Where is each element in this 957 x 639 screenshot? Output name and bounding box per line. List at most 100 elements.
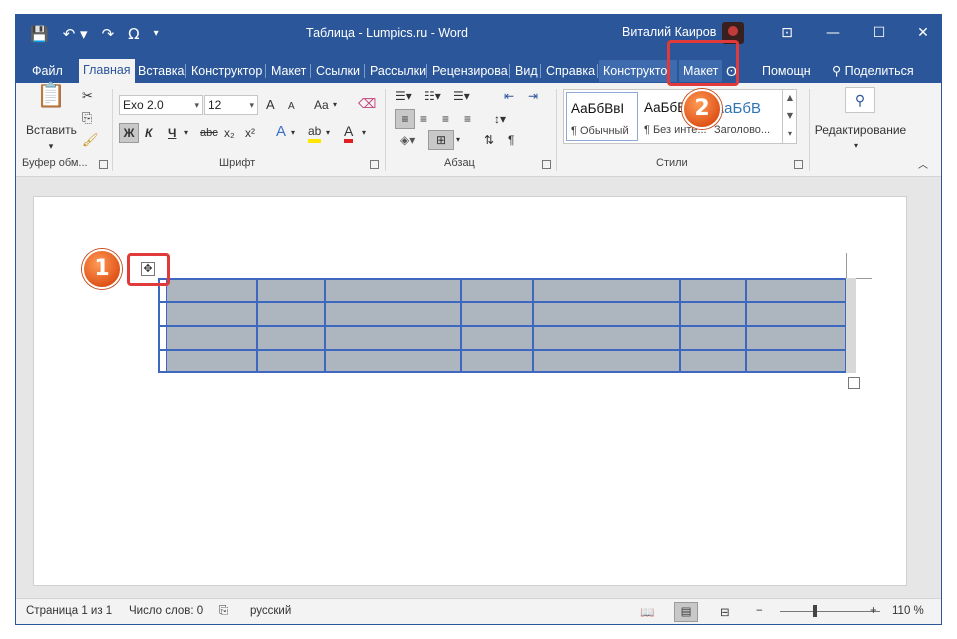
styles-launcher-icon[interactable] — [794, 160, 803, 169]
table-resize-handle[interactable] — [848, 377, 860, 389]
print-layout-icon[interactable]: ▤ — [674, 602, 698, 622]
tab-mailings[interactable]: Рассылки — [366, 60, 430, 82]
tab-tell-me[interactable]: Помощн — [758, 60, 815, 82]
text-effects-button[interactable]: A — [276, 123, 286, 141]
copy-icon[interactable]: ⎘ — [82, 109, 92, 127]
shading-icon[interactable]: ◈▾ — [400, 131, 415, 149]
chevron-down-icon[interactable]: ▾ — [362, 124, 366, 142]
sort-icon[interactable]: ⇅ — [484, 131, 494, 149]
font-launcher-icon[interactable] — [370, 160, 379, 169]
align-left-icon[interactable]: ≡ — [395, 109, 415, 129]
tab-help[interactable]: Справка — [542, 60, 599, 82]
style-normal[interactable]: АаБбВвI ¶ Обычный — [566, 92, 638, 141]
paragraph-launcher-icon[interactable] — [542, 160, 551, 169]
customize-qat-icon[interactable]: ▾ — [154, 24, 159, 44]
paste-dropdown-icon[interactable]: ▾ — [26, 137, 76, 155]
chevron-down-icon[interactable]: ▾ — [326, 124, 330, 142]
underline-button[interactable]: Ч — [168, 124, 176, 142]
tab-layout[interactable]: Макет — [267, 60, 310, 82]
chevron-down-icon[interactable]: ▾ — [854, 137, 858, 155]
paste-icon[interactable]: 📋 — [36, 84, 66, 117]
save-icon[interactable]: 💾 — [30, 24, 49, 44]
bold-button[interactable]: Ж — [119, 123, 139, 143]
styles-scroll: ▲ ▼ ▾ — [782, 89, 797, 144]
align-center-icon[interactable]: ≡ — [420, 110, 427, 128]
line-spacing-icon[interactable]: ↕▾ — [494, 110, 506, 128]
zoom-in-icon[interactable]: + — [870, 605, 877, 617]
maximize-button[interactable]: ☐ — [865, 21, 893, 45]
justify-icon[interactable]: ≡ — [464, 110, 471, 128]
format-painter-icon[interactable]: 🖌 — [82, 131, 99, 149]
chevron-down-icon[interactable]: ▾ — [456, 131, 460, 149]
increase-indent-icon[interactable]: ⇥ — [528, 87, 538, 105]
word-window: 💾 ↶ ▾ ↷ Ω ▾ Таблица - Lumpics.ru - Word … — [15, 14, 942, 625]
bullets-icon[interactable]: ☰▾ — [395, 87, 412, 105]
search-icon[interactable]: ⚲ — [845, 87, 875, 113]
table-column-line — [256, 280, 258, 371]
word-count[interactable]: Число слов: 0 — [129, 605, 203, 617]
undo-icon[interactable]: ↶ ▾ — [63, 24, 88, 44]
zoom-slider-thumb[interactable] — [813, 605, 817, 617]
language[interactable]: русский — [250, 605, 291, 617]
tab-view[interactable]: Вид — [511, 60, 542, 82]
chevron-up-icon[interactable]: ▲ — [783, 89, 797, 107]
chevron-down-icon[interactable]: ▼ — [783, 107, 797, 125]
page-count[interactable]: Страница 1 из 1 — [26, 605, 112, 617]
highlight-button[interactable]: ab — [308, 123, 322, 143]
decrease-indent-icon[interactable]: ⇤ — [504, 87, 514, 105]
zoom-level[interactable]: 110 % — [892, 605, 924, 617]
strikethrough-button[interactable]: abc — [200, 124, 218, 142]
table-column-line — [324, 280, 326, 371]
zoom-slider[interactable] — [780, 611, 880, 612]
style-heading[interactable]: АаБбВ Заголово... — [710, 92, 782, 141]
tab-home[interactable]: Главная — [79, 59, 135, 83]
clipboard-launcher-icon[interactable] — [99, 160, 108, 169]
numbering-icon[interactable]: ☷▾ — [424, 87, 441, 105]
font-size-combo[interactable]: 12 ▾ — [204, 95, 258, 115]
tab-insert[interactable]: Вставка — [134, 60, 188, 82]
read-mode-icon[interactable]: 📖 — [640, 605, 654, 619]
callout-2: 2 — [682, 89, 722, 129]
subscript-button[interactable]: x₂ — [224, 124, 235, 142]
tab-separator — [265, 64, 266, 78]
borders-icon[interactable]: ⊞ — [428, 130, 454, 150]
chevron-down-icon[interactable]: ▾ — [333, 96, 337, 114]
superscript-button[interactable]: x² — [245, 124, 255, 142]
change-case-icon[interactable]: Aa — [314, 96, 329, 114]
tab-file[interactable]: Файл — [28, 60, 67, 82]
minimize-button[interactable]: — — [819, 21, 847, 45]
align-right-icon[interactable]: ≡ — [442, 110, 449, 128]
tab-separator — [597, 64, 598, 78]
editing-button[interactable]: Редактирование — [813, 121, 908, 139]
chevron-down-icon[interactable]: ▾ — [184, 124, 188, 142]
symbol-icon[interactable]: Ω — [128, 24, 139, 44]
share-button[interactable]: ⚲ Поделиться — [828, 60, 918, 82]
selected-table[interactable] — [158, 278, 847, 373]
table-column-line — [460, 280, 462, 371]
tab-table-design[interactable]: Конструкто — [599, 60, 677, 82]
proofing-icon[interactable]: ⎘ — [219, 605, 228, 618]
group-styles-label: Стили — [656, 157, 688, 169]
font-name-combo[interactable]: Exo 2.0 ▾ — [119, 95, 203, 115]
ribbon-display-options-icon[interactable]: ⊡ — [773, 21, 801, 45]
font-color-button[interactable]: A — [344, 123, 354, 143]
close-button[interactable]: ✕ — [909, 21, 937, 45]
chevron-down-icon[interactable]: ▾ — [291, 124, 295, 142]
more-styles-icon[interactable]: ▾ — [783, 125, 797, 143]
clear-formatting-icon[interactable]: ⌫ — [358, 95, 376, 113]
web-layout-icon[interactable]: ⊟ — [720, 605, 730, 619]
grow-font-icon[interactable]: A — [266, 96, 275, 114]
italic-button[interactable]: К — [145, 124, 152, 142]
group-paragraph-label: Абзац — [444, 157, 475, 169]
multilevel-list-icon[interactable]: ☰▾ — [453, 87, 470, 105]
tab-references[interactable]: Ссылки — [312, 60, 364, 82]
zoom-out-icon[interactable]: − — [756, 605, 763, 617]
show-marks-button[interactable]: ¶ — [508, 131, 514, 149]
redo-icon[interactable]: ↷ — [102, 24, 115, 44]
cut-icon[interactable]: ✂ — [82, 87, 93, 105]
shrink-font-icon[interactable]: A — [288, 98, 295, 116]
tab-design[interactable]: Конструктор — [187, 60, 266, 82]
tab-review[interactable]: Рецензирова — [428, 60, 512, 82]
user-name[interactable]: Виталий Каиров — [622, 25, 716, 39]
collapse-ribbon-icon[interactable]: ︿ — [918, 157, 928, 175]
